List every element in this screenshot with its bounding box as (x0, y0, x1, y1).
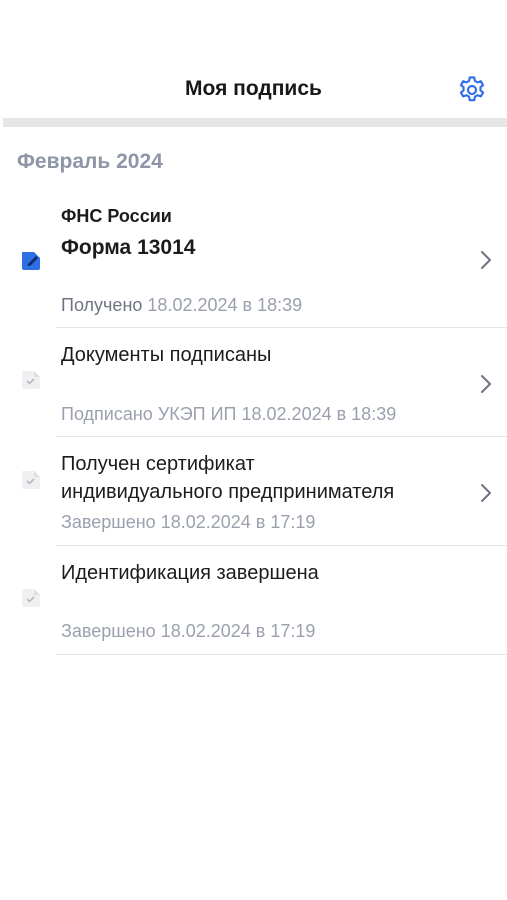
section-title: Февраль 2024 (17, 150, 163, 173)
item-status-label: Завершено (61, 512, 156, 532)
document-check-icon (22, 589, 40, 607)
list-item-documents-signed[interactable]: Документы подписаны Подписано УКЭП ИП 18… (0, 328, 507, 437)
item-status-date: 18.02.2024 в 18:39 (147, 295, 303, 315)
settings-button[interactable] (455, 73, 489, 107)
item-title: Идентификация завершена (61, 562, 319, 584)
chevron-right-icon (481, 484, 491, 502)
document-edit-icon (22, 252, 40, 270)
header: Моя подпись (0, 60, 507, 120)
list-divider (56, 654, 507, 655)
document-check-icon (22, 471, 40, 489)
item-status-label: Подписано УКЭП ИП (61, 404, 237, 424)
item-status: Завершено 18.02.2024 в 17:19 (61, 512, 315, 533)
item-title-line1: Получен сертификат (61, 453, 255, 475)
list-item-form-13014[interactable]: ФНС России Форма 13014 Получено 18.02.20… (0, 190, 507, 328)
list-item-identification-complete[interactable]: Идентификация завершена Завершено 18.02.… (0, 546, 507, 655)
item-title-line2: индивидуального предпринимателя (61, 481, 395, 503)
item-sender: ФНС России (61, 206, 172, 226)
item-status: Завершено 18.02.2024 в 17:19 (61, 621, 315, 642)
chevron-right-icon (481, 251, 491, 269)
item-status: Получено 18.02.2024 в 18:39 (61, 295, 302, 316)
item-status-date: 18.02.2024 в 17:19 (160, 512, 316, 532)
document-check-icon (22, 371, 40, 389)
page-title: Моя подпись (185, 77, 322, 100)
event-list: ФНС России Форма 13014 Получено 18.02.20… (0, 190, 507, 655)
item-status-date: 18.02.2024 в 17:19 (160, 621, 316, 641)
item-status: Подписано УКЭП ИП 18.02.2024 в 18:39 (61, 404, 396, 425)
item-status-label: Завершено (61, 621, 156, 641)
gear-icon (459, 76, 485, 102)
header-divider (3, 118, 507, 127)
item-status-label: Получено (61, 295, 143, 315)
list-item-certificate-received[interactable]: Получен сертификат индивидуального предп… (0, 437, 507, 546)
item-status-date: 18.02.2024 в 18:39 (241, 404, 397, 424)
item-title: Документы подписаны (61, 344, 272, 366)
item-title: Форма 13014 (61, 236, 196, 259)
item-title: Получен сертификат индивидуального предп… (61, 450, 451, 506)
chevron-right-icon (481, 375, 491, 393)
